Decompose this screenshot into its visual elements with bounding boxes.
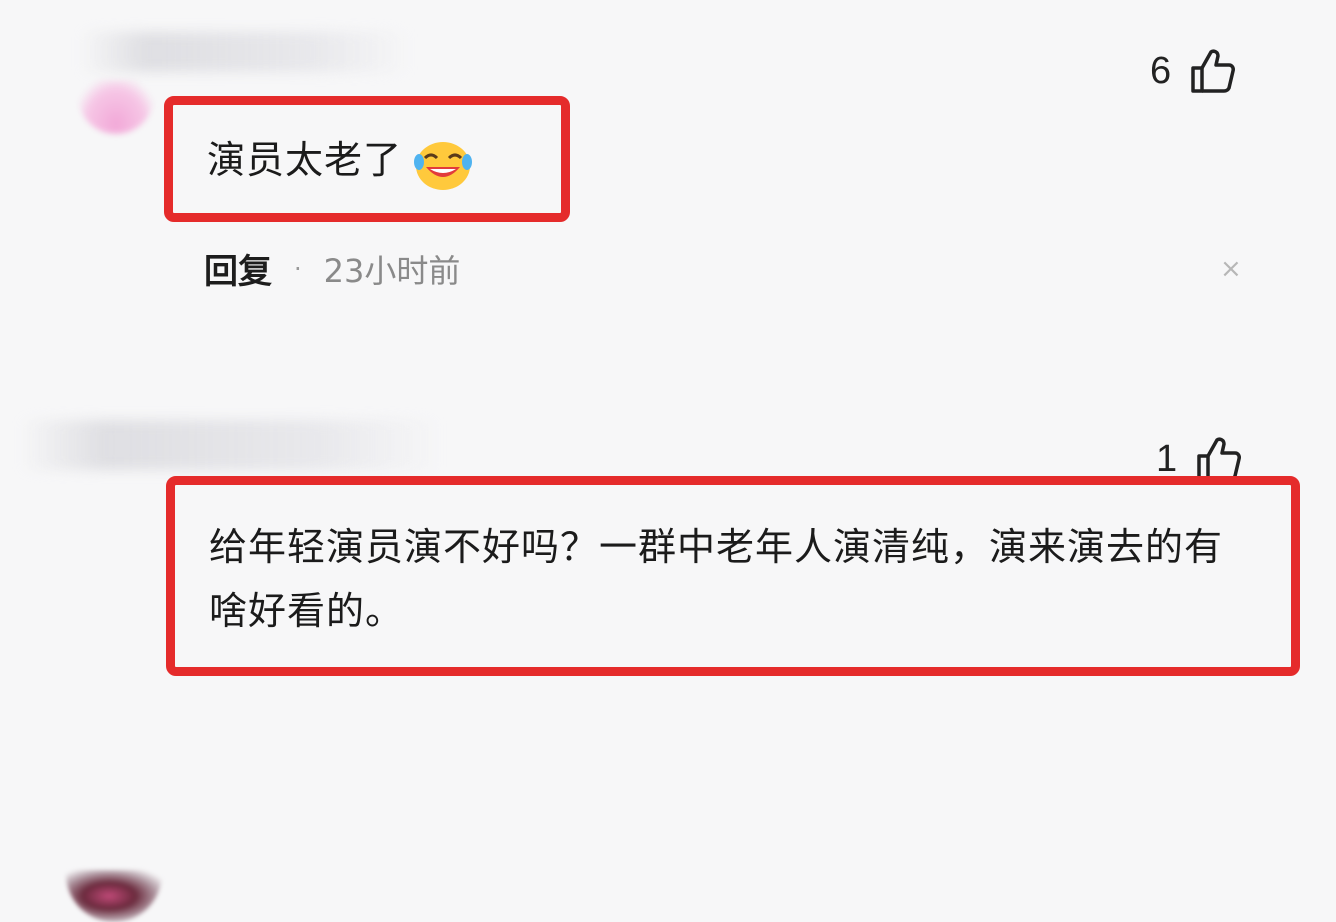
highlighted-comment-box: 演员太老了 xyxy=(164,96,570,222)
username-blurred xyxy=(20,420,440,470)
like-count: 6 xyxy=(1150,49,1172,92)
reply-button[interactable]: 回复 xyxy=(204,244,272,293)
timestamp: 23小时前 xyxy=(323,251,461,290)
comment-meta: 回复 · 23小时前 xyxy=(204,244,460,293)
avatar[interactable] xyxy=(78,80,154,134)
close-icon[interactable]: × xyxy=(1220,254,1242,284)
like-count: 1 xyxy=(1156,437,1178,480)
highlighted-comment-box: 给年轻演员演不好吗？一群中老年人演清纯，演来演去的有啥好看的。 xyxy=(166,476,1300,676)
separator-dot: · xyxy=(294,254,302,283)
username-blurred xyxy=(80,32,410,72)
comment-text: 给年轻演员演不好吗？一群中老年人演清纯，演来演去的有啥好看的。 xyxy=(209,525,1224,633)
thumbs-up-icon[interactable] xyxy=(1189,48,1237,94)
like-area[interactable]: 6 xyxy=(1150,48,1237,94)
comment-item: 1 给年轻演员演不好吗？一群中老年人演清纯，演来演去的有啥好看的。 xyxy=(0,400,1336,922)
comment-text: 演员太老了 xyxy=(207,138,403,182)
avatar[interactable] xyxy=(66,870,162,922)
laughing-tears-icon xyxy=(413,138,473,192)
comment-item: 6 演员太老了 回复 · 23小时前 × xyxy=(0,0,1336,340)
